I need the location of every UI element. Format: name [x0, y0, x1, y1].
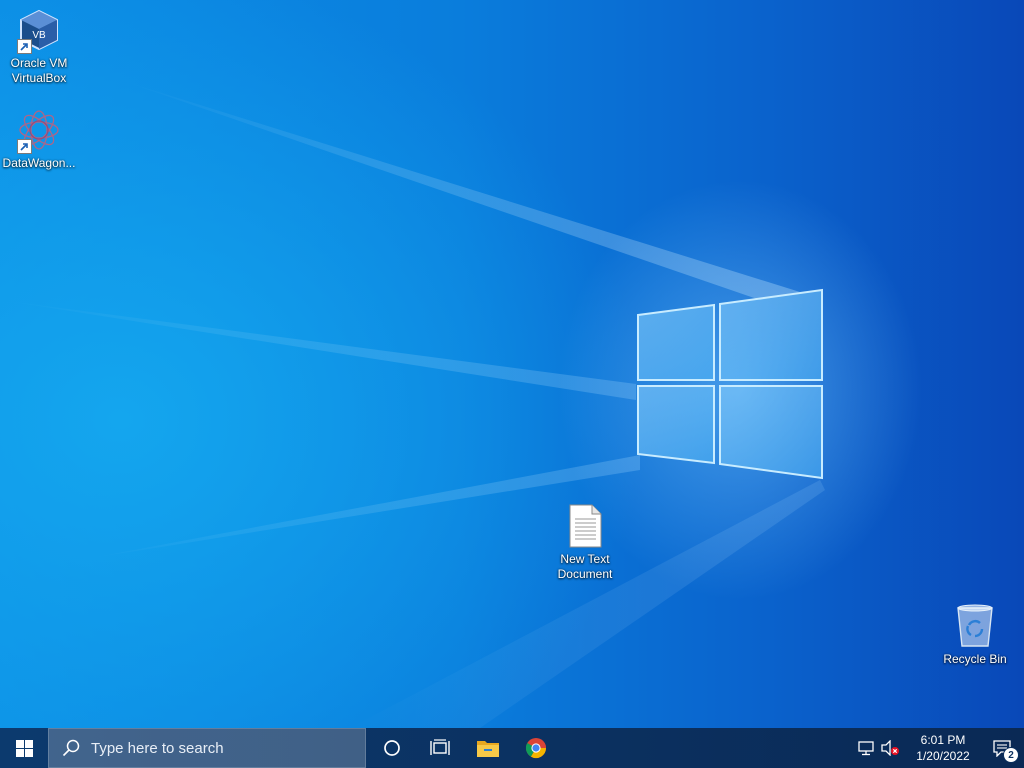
- system-tray: 6:01 PM 1/20/2022 2: [854, 728, 1024, 768]
- network-button[interactable]: [854, 728, 878, 768]
- taskbar: 6:01 PM 1/20/2022 2: [0, 728, 1024, 768]
- network-icon: [858, 741, 874, 756]
- search-icon: [53, 739, 89, 757]
- desktop-icon-recycle-bin[interactable]: Recycle Bin: [936, 602, 1014, 667]
- clock-date: 1/20/2022: [916, 749, 970, 763]
- desktop-icon-virtualbox[interactable]: VB Oracle VM VirtualBox: [0, 6, 78, 86]
- desktop-icon-label: Recycle Bin: [943, 652, 1007, 666]
- taskbar-search-box[interactable]: [48, 728, 366, 768]
- file-explorer-button[interactable]: [464, 728, 512, 768]
- action-center-button[interactable]: 2: [980, 728, 1024, 768]
- file-explorer-icon: [477, 741, 499, 757]
- volume-button[interactable]: [878, 728, 902, 768]
- desktop-icon-label: Oracle VM VirtualBox: [10, 56, 68, 85]
- desktop-icon-new-text-document[interactable]: New Text Document: [546, 502, 624, 582]
- windows-start-icon: [15, 739, 33, 757]
- volume-muted-icon: [881, 740, 899, 756]
- windows-logo-wallpaper: [637, 288, 823, 480]
- task-view-icon: [430, 739, 450, 755]
- recycle-bin-icon: [951, 602, 999, 650]
- taskbar-clock[interactable]: 6:01 PM 1/20/2022: [906, 728, 980, 768]
- datawagon-icon: [15, 106, 63, 154]
- cortana-button[interactable]: [368, 728, 416, 768]
- wallpaper-light-beams: [0, 80, 825, 728]
- cortana-icon: [384, 740, 400, 756]
- search-input[interactable]: [89, 738, 353, 758]
- shortcut-arrow-icon: [17, 39, 32, 54]
- text-document-icon: [561, 502, 609, 550]
- shortcut-arrow-icon: [17, 139, 32, 154]
- virtualbox-icon: VB: [15, 6, 63, 54]
- desktop-icon-label: DataWagon...: [2, 156, 76, 170]
- chrome-button[interactable]: [512, 728, 560, 768]
- desktop[interactable]: VB Oracle VM VirtualBox DataWagon... New…: [0, 0, 1024, 728]
- chrome-icon: [525, 738, 547, 759]
- desktop-icon-label: New Text Document: [557, 552, 613, 581]
- start-button[interactable]: [0, 728, 48, 768]
- clock-time: 6:01 PM: [920, 733, 966, 747]
- notification-count-badge: 2: [1003, 747, 1019, 763]
- task-view-button[interactable]: [416, 728, 464, 768]
- svg-text:VB: VB: [32, 30, 46, 41]
- desktop-icon-datawagon[interactable]: DataWagon...: [0, 106, 78, 171]
